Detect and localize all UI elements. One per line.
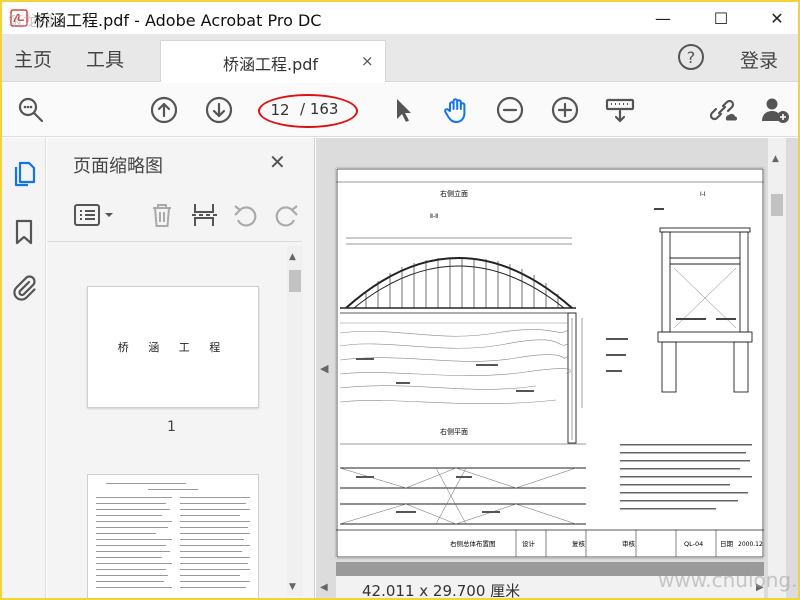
engineering-drawing: 右侧立面 Ⅱ-Ⅱ Ⅰ-Ⅰ 右侧平面 右侧总体布置图 设计 复核 审核 QL-04… bbox=[336, 168, 764, 558]
minimize-button[interactable]: — bbox=[640, 2, 686, 34]
drawing-footer-drawing-no: QL-04 bbox=[684, 540, 703, 548]
panel-title: 页面缩略图 bbox=[73, 156, 163, 177]
tab-close-button[interactable]: × bbox=[361, 52, 374, 70]
undo-icon[interactable] bbox=[231, 200, 261, 230]
drawing-footer-date-label: 日期 bbox=[720, 540, 734, 548]
drawing-footer-date: 2000.12 bbox=[738, 541, 763, 548]
drawing-title-plan: 右侧平面 bbox=[440, 427, 468, 436]
page-size-label: 42.011 x 29.700 厘米 bbox=[362, 582, 521, 600]
document-scrollbar[interactable]: ▲ bbox=[768, 138, 786, 598]
scroll-up-arrow-icon[interactable]: ▲ bbox=[289, 252, 296, 262]
split-icon[interactable] bbox=[189, 200, 219, 230]
add-user-icon[interactable] bbox=[760, 95, 790, 125]
scroll-down-arrow-icon[interactable]: ▼ bbox=[289, 582, 296, 592]
thumbnails-panel: 页面缩略图 ✕ 桥 涵 工 程 1 ▲ ▼ bbox=[47, 138, 315, 598]
thumbnail-page-1[interactable]: 桥 涵 工 程 bbox=[87, 286, 259, 408]
redo-icon[interactable] bbox=[271, 200, 301, 230]
thumbnail-page-1-number: 1 bbox=[167, 419, 176, 435]
scroll-left-arrow-icon[interactable]: ◀ bbox=[320, 582, 328, 593]
doc-scroll-up-arrow-icon[interactable]: ▲ bbox=[772, 154, 779, 164]
page-number-highlight bbox=[258, 94, 358, 128]
zoom-in-icon[interactable] bbox=[550, 95, 580, 125]
delete-icon[interactable] bbox=[147, 200, 177, 230]
menu-home[interactable]: 主页 bbox=[14, 45, 52, 72]
svg-text:Ⅰ-Ⅰ: Ⅰ-Ⅰ bbox=[700, 191, 706, 198]
zoom-out-icon[interactable] bbox=[495, 95, 525, 125]
page-thumbnails-icon[interactable] bbox=[11, 160, 37, 188]
share-link-icon[interactable] bbox=[707, 95, 737, 125]
drawing-title-elevation: 右侧立面 bbox=[440, 189, 468, 198]
close-window-button[interactable]: ✕ bbox=[754, 2, 798, 34]
pdf-page: 右侧立面 Ⅱ-Ⅱ Ⅰ-Ⅰ 右侧平面 右侧总体布置图 设计 复核 审核 QL-04… bbox=[336, 168, 764, 558]
panel-close-button[interactable]: ✕ bbox=[269, 150, 286, 174]
svg-text:?: ? bbox=[687, 48, 696, 67]
hand-tool-icon[interactable] bbox=[442, 95, 472, 125]
maximize-button[interactable]: ☐ bbox=[698, 2, 744, 34]
drawing-footer-review: 复核 bbox=[572, 539, 586, 548]
thumbnail-scrollbar-thumb[interactable] bbox=[289, 270, 301, 292]
document-viewer: ◀ 右侧立面 Ⅱ-Ⅱ Ⅰ-Ⅰ 右侧平面 右侧总体布置图 设计 复核 审核 QL-… bbox=[316, 138, 798, 600]
page-down-icon[interactable] bbox=[204, 95, 234, 125]
thumbnail-page-2[interactable] bbox=[87, 474, 259, 598]
select-arrow-icon[interactable] bbox=[388, 95, 418, 125]
app-window: 筑龙网 桥涵工程.pdf - Adobe Acrobat Pro DC — ☐ … bbox=[0, 0, 800, 600]
left-rail bbox=[2, 138, 46, 598]
collapse-panel-icon[interactable]: ◀ bbox=[320, 362, 328, 375]
tab-bar: 主页 工具 桥涵工程.pdf × ? 登录 bbox=[2, 34, 798, 82]
drawing-footer-design: 设计 bbox=[522, 539, 536, 548]
thumbnail-options-icon[interactable] bbox=[73, 200, 115, 230]
tab-document-label: 桥涵工程.pdf bbox=[223, 55, 319, 74]
login-button[interactable]: 登录 bbox=[740, 46, 778, 73]
title-bar: 筑龙网 桥涵工程.pdf - Adobe Acrobat Pro DC — ☐ … bbox=[2, 2, 798, 34]
help-icon[interactable]: ? bbox=[676, 42, 706, 72]
drawing-title-section: Ⅱ-Ⅱ bbox=[430, 213, 438, 220]
page-up-icon[interactable] bbox=[149, 95, 179, 125]
bookmark-icon[interactable] bbox=[11, 218, 37, 246]
document-scrollbar-thumb[interactable] bbox=[771, 194, 783, 216]
main-toolbar: / 163 bbox=[2, 83, 798, 137]
tab-document[interactable]: 桥涵工程.pdf × bbox=[160, 40, 386, 82]
thumbnail-scrollbar[interactable]: ▲ ▼ bbox=[287, 246, 303, 596]
drawing-footer-audit: 审核 bbox=[622, 539, 636, 548]
attachment-icon[interactable] bbox=[11, 274, 37, 302]
keyboard-scroll-icon[interactable] bbox=[605, 95, 635, 125]
window-title: 桥涵工程.pdf - Adobe Acrobat Pro DC bbox=[34, 11, 322, 30]
search-zoom-icon[interactable] bbox=[16, 95, 46, 125]
watermark-bottom-right: www.chulong.com bbox=[658, 568, 798, 592]
menu-tools[interactable]: 工具 bbox=[86, 45, 124, 72]
thumbnail-page-1-text: 桥 涵 工 程 bbox=[117, 341, 229, 354]
thumbnail-toolbar bbox=[47, 190, 302, 242]
drawing-footer-title: 右侧总体布置图 bbox=[450, 539, 496, 548]
